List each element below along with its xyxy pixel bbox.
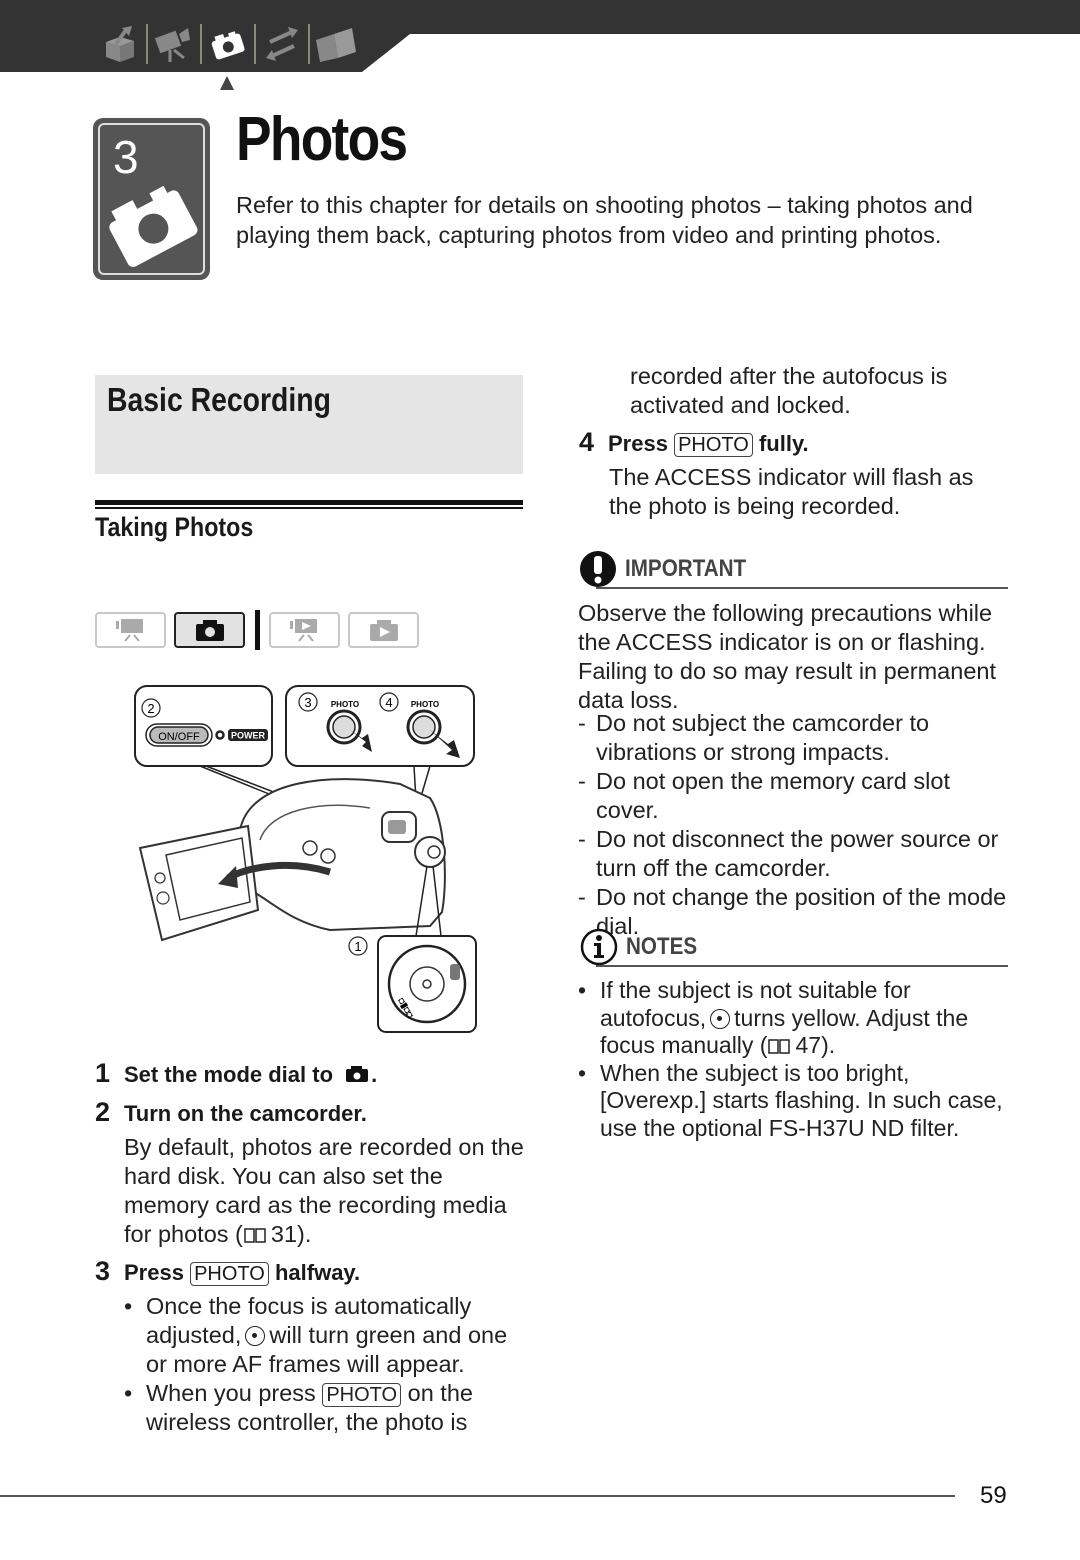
info-icon	[580, 928, 618, 966]
subsection-title: Taking Photos	[95, 512, 254, 542]
list-item: Do not open the memory card slot cover.	[578, 767, 1018, 825]
step-4-description: The ACCESS indicator will flash as the p…	[609, 464, 974, 519]
power-label: POWER	[231, 731, 266, 741]
photo-icon[interactable]	[204, 22, 252, 66]
photo-key: PHOTO	[190, 1262, 269, 1286]
photo-mode-icon	[346, 1066, 369, 1082]
divider	[95, 507, 523, 509]
video-playback-mode-button	[269, 612, 340, 648]
list-item: When you press PHOTO on the wireless con…	[124, 1379, 529, 1437]
chapter-badge: 3	[95, 120, 208, 278]
callout-4-label: 4	[385, 695, 392, 710]
onoff-label: ON/OFF	[158, 731, 200, 743]
camcorder-body	[238, 778, 446, 932]
operating-modes	[95, 610, 427, 650]
chapter-nav-icons	[96, 20, 360, 68]
step-2-description: By default, photos are recorded on the h…	[124, 1134, 524, 1247]
chapter-number: 3	[113, 131, 139, 183]
chapter-intro: Refer to this chapter for details on sho…	[236, 192, 973, 248]
chapter-title: Photos	[236, 105, 408, 174]
step-3-bullet-continued: recorded after the autofocus is activate…	[630, 363, 948, 418]
notes-header: NOTES	[580, 928, 709, 966]
list-item: Once the focus is automatically adjusted…	[124, 1292, 529, 1379]
list-item: When the subject is too bright, [Overexp…	[578, 1060, 1018, 1143]
nav-separator	[308, 24, 310, 64]
step-3-bullets: Once the focus is automatically adjusted…	[124, 1292, 529, 1437]
af-indicator-icon	[245, 1326, 266, 1346]
external-connections-icon[interactable]	[258, 22, 306, 66]
callout-2-label: 2	[147, 701, 154, 716]
photo-playback-mode-button	[348, 612, 419, 648]
callout-1-label: 1	[354, 939, 361, 954]
getting-started-icon[interactable]	[96, 22, 144, 66]
exclamation-icon	[580, 551, 616, 587]
page-number: 59	[980, 1482, 1007, 1509]
notes-divider	[596, 965, 1008, 967]
important-divider	[596, 587, 1008, 589]
camcorder-illustration: 2 ON/OFF POWER 3 PHOTO 4 PHOTO 1 ◘▮◘◘	[134, 685, 477, 1033]
important-header: IMPORTANT	[579, 550, 766, 588]
section-header: Basic Recording	[95, 375, 523, 474]
divider	[95, 500, 523, 505]
callout-3-label: 3	[304, 695, 311, 710]
photo-key: PHOTO	[674, 433, 753, 457]
important-list: Do not subject the camcorder to vibratio…	[578, 709, 1018, 941]
active-chapter-marker-icon	[220, 76, 234, 90]
section-title: Basic Recording	[107, 381, 331, 418]
video-record-mode-button	[95, 612, 166, 648]
mode-separator	[255, 610, 260, 650]
page-reference-icon	[768, 1039, 791, 1054]
camera-icon	[109, 185, 198, 267]
video-playback-mode-icon	[289, 619, 317, 642]
important-intro: Observe the following precautions while …	[578, 600, 996, 713]
nav-separator	[146, 24, 148, 64]
photo-label-half: PHOTO	[331, 700, 359, 709]
nav-separator	[200, 24, 202, 64]
photo-record-mode-button	[174, 612, 245, 648]
list-item: Do not subject the camcorder to vibratio…	[578, 709, 1018, 767]
video-record-mode-icon	[115, 619, 143, 642]
photo-record-mode-icon	[195, 620, 224, 641]
footer-divider	[0, 1495, 955, 1497]
photo-playback-mode-icon	[369, 620, 398, 641]
af-indicator-icon	[710, 1008, 731, 1029]
notes-list: If the subject is not suitable for autof…	[578, 977, 1018, 1142]
list-item: If the subject is not suitable for autof…	[578, 977, 1018, 1060]
page-reference-icon	[244, 1228, 266, 1243]
video-icon[interactable]	[150, 22, 198, 66]
photo-button-callout-box	[285, 685, 475, 767]
list-item: Do not disconnect the power source or tu…	[578, 825, 1018, 883]
photo-key: PHOTO	[322, 1383, 402, 1407]
additional-info-icon[interactable]	[312, 22, 360, 66]
nav-separator	[254, 24, 256, 64]
photo-label-full: PHOTO	[411, 700, 439, 709]
